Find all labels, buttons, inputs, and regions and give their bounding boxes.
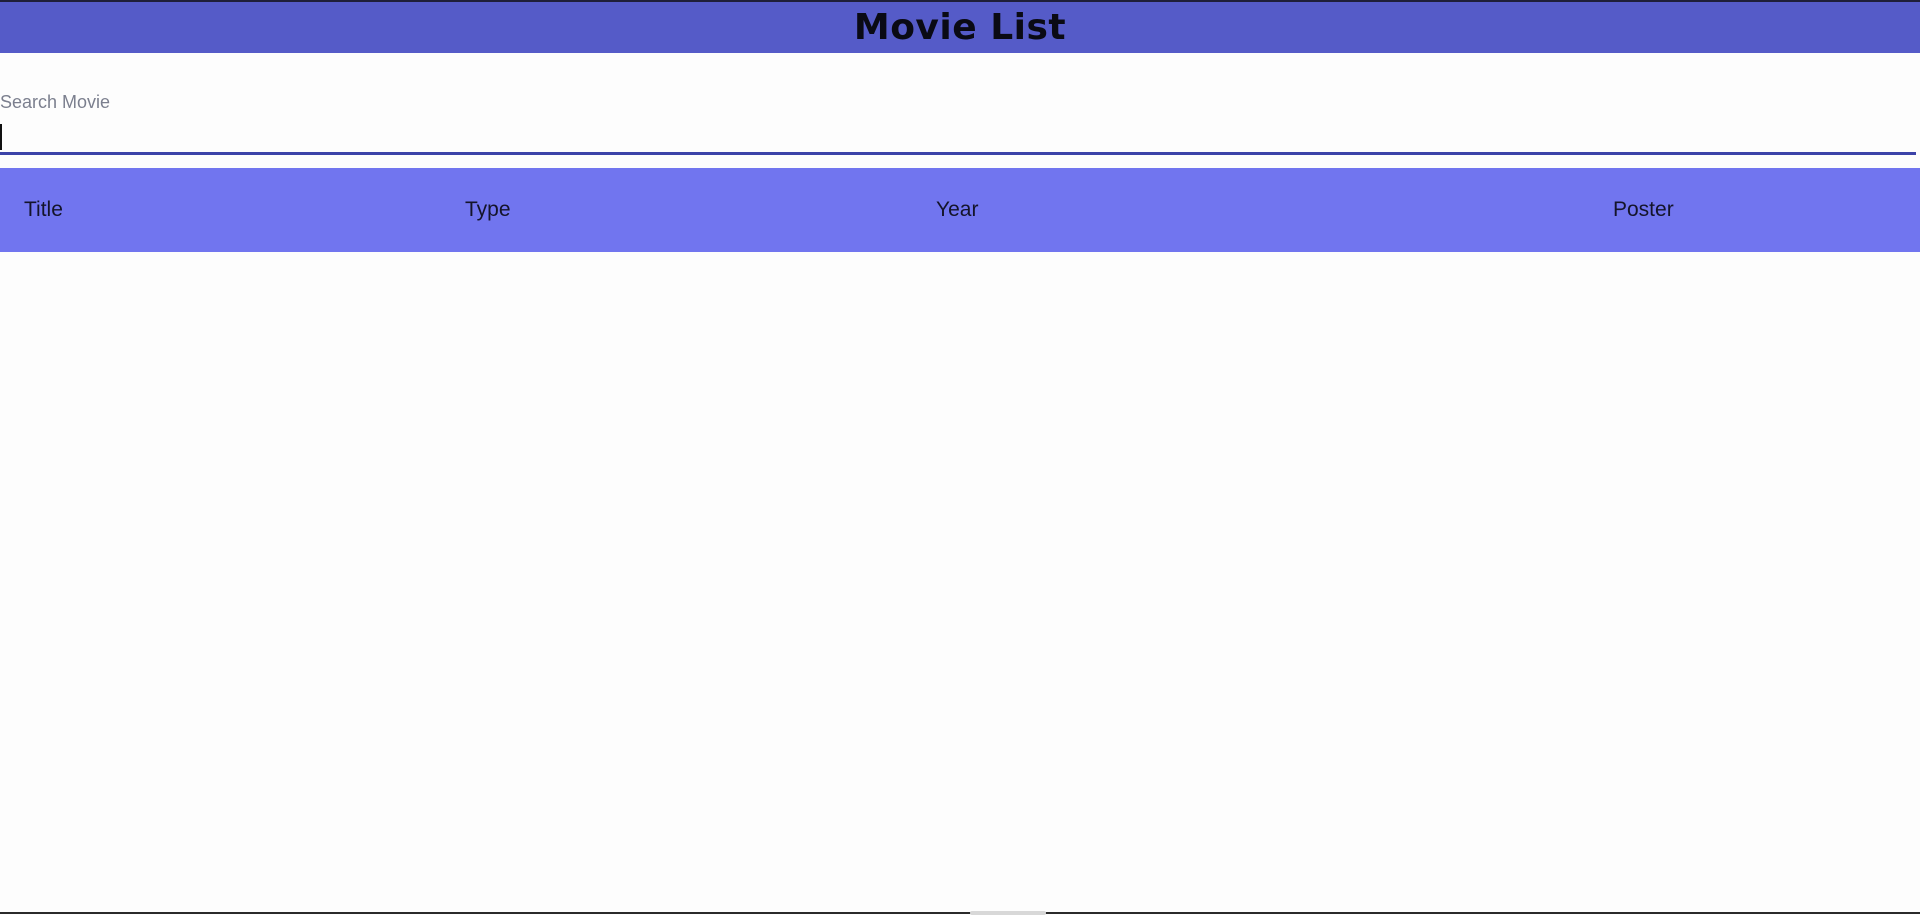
page-title: Movie List	[853, 7, 1067, 48]
table-header-row: Title Type Year Poster	[0, 168, 1920, 252]
search-field: Search Movie	[0, 92, 1920, 162]
column-header-year: Year	[936, 198, 979, 221]
column-header-type: Type	[465, 198, 511, 221]
resize-handle[interactable]	[970, 911, 1046, 915]
column-header-poster: Poster	[1613, 198, 1674, 221]
bottom-border	[0, 912, 1920, 914]
app-header: Movie List	[0, 2, 1920, 53]
text-caret	[0, 124, 2, 150]
search-input[interactable]	[0, 120, 1916, 155]
table-body	[0, 252, 1920, 912]
search-label: Search Movie	[0, 92, 111, 112]
column-header-title: Title	[24, 198, 63, 221]
movie-list-app: Movie List Search Movie Title Type Year …	[0, 0, 1920, 915]
